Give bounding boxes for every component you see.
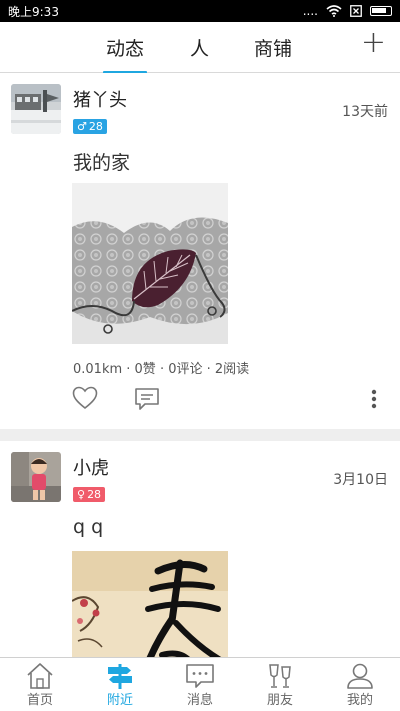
nav-item-home[interactable]: 首页 (0, 658, 80, 711)
feed-post[interactable]: 猪丫头 ♂ 28 13天前 我的家 0.01km · 0赞 · 0评论 · 2阅… (0, 73, 400, 429)
bottom-navigation: 首页 附近 消息 朋友 我的 (0, 657, 400, 711)
nav-label-profile: 我的 (346, 693, 373, 708)
post-time: 3月10日 (333, 472, 388, 488)
message-icon (186, 664, 214, 688)
wifi-icon (326, 5, 342, 17)
username[interactable]: 小虎 (73, 454, 109, 480)
post-image[interactable] (72, 183, 228, 344)
status-time: 晚上9:33 (8, 4, 59, 19)
nav-item-profile[interactable]: 我的 (320, 658, 400, 711)
plus-icon[interactable]: + (361, 28, 386, 58)
post-image[interactable] (72, 551, 228, 657)
signpost-icon (108, 664, 132, 689)
nav-item-nearby[interactable]: 附近 (80, 658, 160, 711)
friends-glasses-icon (269, 664, 291, 688)
tab-people[interactable]: 人 (190, 34, 209, 61)
nav-label-friends: 朋友 (266, 693, 293, 708)
post-time: 13天前 (342, 104, 388, 120)
tab-shops[interactable]: 商铺 (254, 34, 292, 61)
avatar[interactable] (11, 452, 61, 502)
post-stats: 0.01km · 0赞 · 0评论 · 2阅读 (73, 362, 250, 377)
status-icons: .... (303, 4, 392, 18)
nav-label-home: 首页 (26, 693, 53, 708)
age-value: 28 (88, 120, 103, 133)
nav-label-messages: 消息 (186, 693, 213, 708)
female-icon: ♀ (77, 488, 86, 501)
nav-item-friends[interactable]: 朋友 (240, 658, 320, 711)
avatar[interactable] (11, 84, 61, 134)
username[interactable]: 猪丫头 (73, 86, 127, 112)
feed-post[interactable]: 小虎 ♀ 28 3月10日 q q (0, 441, 400, 657)
nav-label-nearby: 附近 (106, 693, 133, 708)
gender-age-badge: ♀ 28 (73, 487, 106, 502)
signal-dots: .... (302, 4, 318, 18)
status-bar: 晚上9:33 .... (0, 0, 400, 22)
comment-icon[interactable] (134, 387, 160, 411)
post-text: q q (73, 516, 104, 538)
post-text: 我的家 (73, 152, 131, 174)
post-divider (0, 429, 400, 441)
profile-icon (347, 663, 373, 689)
battery-icon (370, 6, 392, 16)
more-options-icon[interactable] (371, 389, 377, 409)
male-icon: ♂ (77, 120, 87, 133)
tab-dynamics[interactable]: 动态 (102, 34, 148, 74)
nav-item-messages[interactable]: 消息 (160, 658, 240, 711)
sim-off-icon (350, 5, 362, 17)
heart-icon[interactable] (72, 386, 98, 410)
age-value: 28 (87, 488, 102, 501)
gender-age-badge: ♂ 28 (73, 119, 107, 134)
top-navigation: 动态 人 商铺 + (0, 22, 400, 74)
feed-list[interactable]: 猪丫头 ♂ 28 13天前 我的家 0.01km · 0赞 · 0评论 · 2阅… (0, 73, 400, 657)
home-icon (27, 663, 53, 689)
